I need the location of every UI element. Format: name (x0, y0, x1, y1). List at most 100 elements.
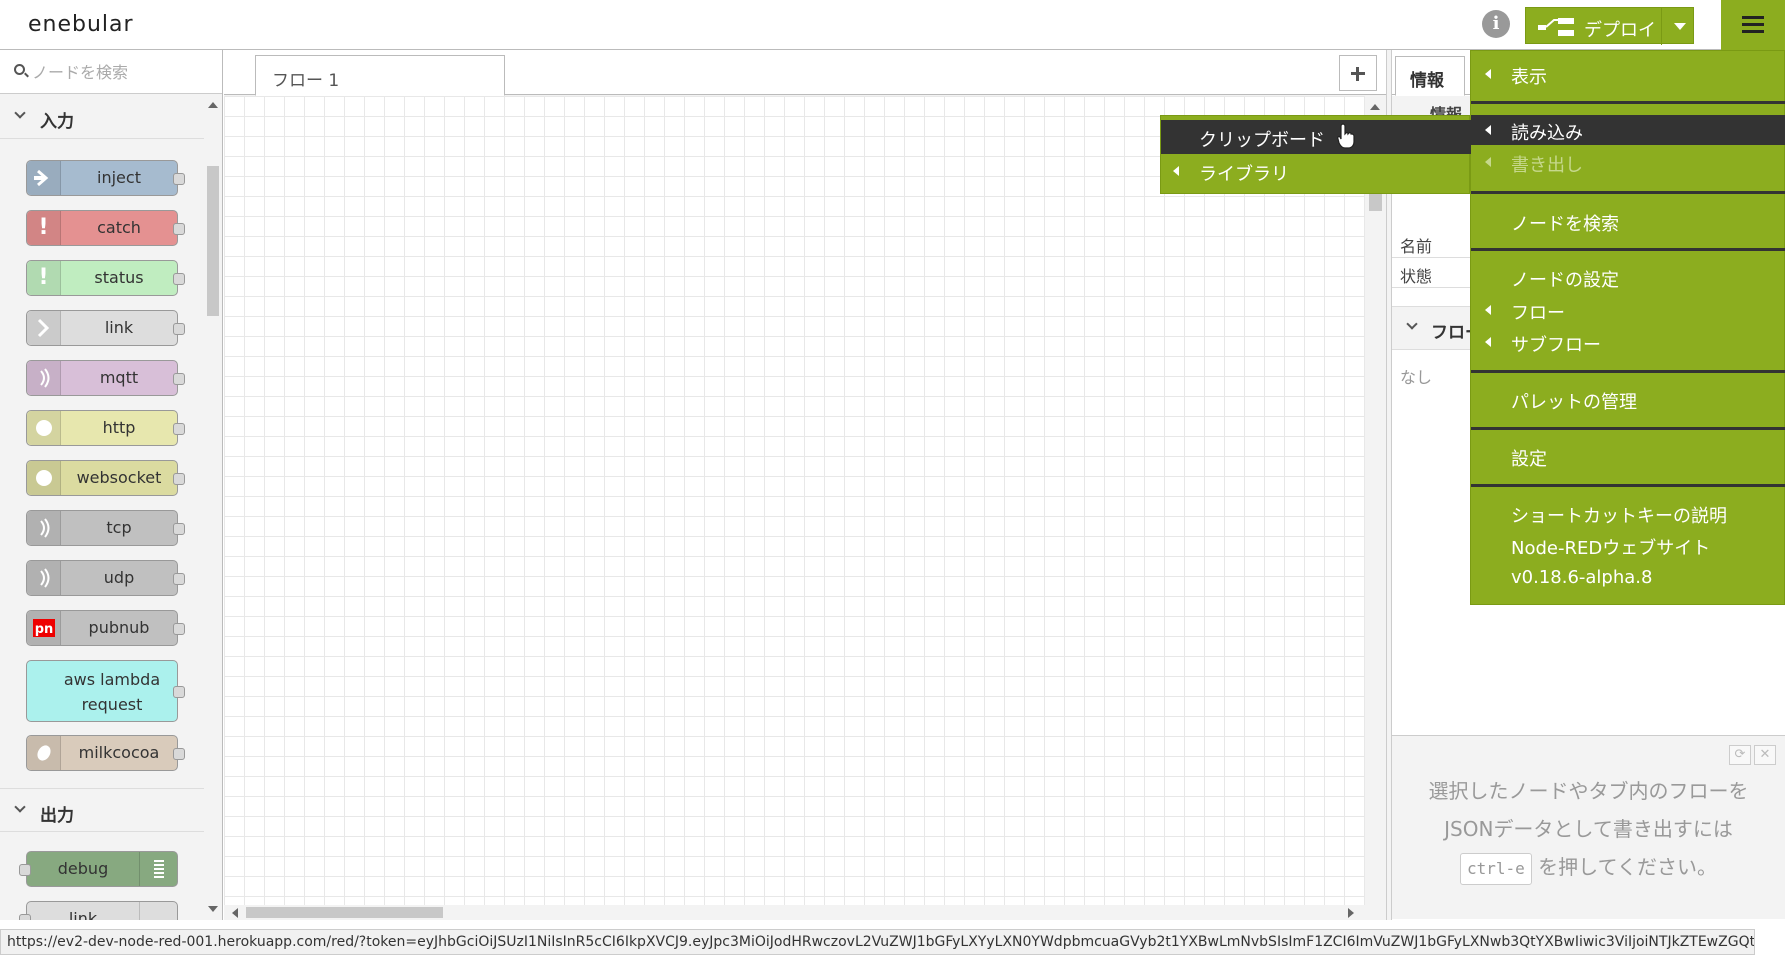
output-port[interactable] (173, 623, 185, 635)
menu-item-node-red-website[interactable]: Node-REDウェブサイト (1471, 530, 1785, 560)
submenu-caret-icon (1485, 305, 1491, 315)
submenu-caret-icon (1485, 125, 1491, 135)
menu-item-flows[interactable]: フロー (1471, 295, 1785, 325)
palette-node-status[interactable]: ! status (26, 260, 185, 296)
palette-search-input[interactable] (32, 58, 212, 86)
palette-node-debug[interactable]: debug (19, 851, 178, 887)
globe-icon (27, 411, 61, 445)
globe-icon (27, 461, 61, 495)
tips-panel: ⟳ ✕ 選択したノードやタブ内のフローを JSONデータとして書き出すには ct… (1392, 735, 1785, 919)
main-menu: 表示 読み込み 書き出し ノードを検索 ノードの設定 フロー サブフロー パレッ… (1470, 50, 1785, 605)
palette-node-http[interactable]: http (26, 410, 185, 446)
output-port[interactable] (173, 523, 185, 535)
milkcocoa-icon (27, 736, 61, 770)
submenu-caret-icon (1485, 157, 1491, 167)
scroll-right-icon[interactable] (1348, 908, 1354, 918)
palette-node-udp[interactable]: udp (26, 560, 185, 596)
palette-node-pubnub[interactable]: pn pubnub (26, 610, 185, 646)
chevron-down-icon (14, 801, 26, 813)
menu-item-subflows[interactable]: サブフロー (1471, 327, 1785, 357)
palette-node-milkcocoa[interactable]: milkcocoa (26, 735, 185, 771)
palette-node-link-in[interactable]: link (26, 310, 185, 346)
category-header-output[interactable]: 出力 (0, 788, 205, 832)
scroll-down-icon[interactable] (208, 906, 218, 912)
output-port[interactable] (173, 473, 185, 485)
menu-item-view[interactable]: 表示 (1471, 59, 1785, 89)
palette-search (0, 50, 222, 94)
menu-item-search-nodes[interactable]: ノードを検索 (1471, 206, 1785, 236)
output-port[interactable] (173, 223, 185, 235)
chevron-down-icon (14, 107, 26, 119)
category-header-input[interactable]: 入力 (0, 95, 205, 139)
scrollbar-thumb[interactable] (1369, 191, 1382, 211)
palette-node-websocket[interactable]: websocket (26, 460, 185, 496)
debug-list-icon (139, 852, 177, 886)
output-port[interactable] (173, 423, 185, 435)
main-menu-button[interactable] (1721, 0, 1785, 50)
refresh-icon[interactable]: ⟳ (1729, 745, 1751, 765)
output-port[interactable] (173, 686, 185, 698)
svg-text:pn: pn (35, 622, 54, 637)
palette-node-mqtt[interactable]: mqtt (26, 360, 185, 396)
menu-item-keyboard-shortcuts[interactable]: ショートカットキーの説明 (1471, 498, 1785, 528)
add-flow-button[interactable] (1339, 55, 1377, 91)
deploy-icon (1538, 18, 1574, 36)
palette-node-link-out[interactable]: link (19, 901, 178, 920)
menu-item-manage-palette[interactable]: パレットの管理 (1471, 384, 1785, 414)
workspace-horizontal-scrollbar[interactable] (224, 905, 1365, 920)
output-port[interactable] (173, 748, 185, 760)
scroll-up-icon[interactable] (1370, 104, 1380, 110)
menu-item-settings[interactable]: 設定 (1471, 441, 1785, 471)
link-icon (139, 902, 177, 920)
menu-item-library[interactable]: ライブラリ (1161, 154, 1471, 188)
bridge-icon (27, 511, 61, 545)
workspace-vertical-scrollbar[interactable] (1365, 96, 1386, 942)
menu-item-config-nodes[interactable]: ノードの設定 (1471, 262, 1785, 292)
menu-item-version[interactable]: v0.18.6-alpha.8 (1471, 563, 1785, 593)
menu-item-clipboard[interactable]: クリップボード (1161, 120, 1471, 154)
link-icon (27, 311, 61, 345)
scroll-up-icon[interactable] (208, 102, 218, 108)
tab-flow-1[interactable]: フロー 1 (255, 55, 505, 96)
browser-status-bar: https://ev2-dev-node-red-001.herokuapp.c… (0, 929, 1755, 955)
output-port[interactable] (173, 273, 185, 285)
alert-icon: ! (27, 261, 61, 295)
tip-text: 選択したノードやタブ内のフローを JSONデータとして書き出すには ctrl-e… (1412, 772, 1765, 886)
scroll-left-icon[interactable] (232, 908, 238, 918)
import-submenu: クリップボード ライブラリ (1160, 115, 1471, 194)
bridge-icon (27, 561, 61, 595)
palette-node-aws-lambda-request[interactable]: aws lambda request (26, 660, 185, 722)
output-port[interactable] (173, 173, 185, 185)
search-icon (14, 64, 25, 75)
output-port[interactable] (173, 373, 185, 385)
deploy-button[interactable]: デプロイ (1525, 7, 1694, 45)
palette-node-tcp[interactable]: tcp (26, 510, 185, 546)
node-palette: 入力 inject ! catch ! status link mqtt htt… (0, 50, 223, 920)
arrow-in-icon (27, 161, 61, 195)
info-icon[interactable]: i (1482, 10, 1510, 38)
alert-icon: ! (27, 211, 61, 245)
tab-info[interactable]: 情報 (1395, 56, 1465, 96)
shortcut-key: ctrl-e (1460, 853, 1532, 885)
close-icon[interactable]: ✕ (1754, 745, 1776, 765)
output-port[interactable] (173, 323, 185, 335)
pubnub-icon: pn (27, 611, 61, 645)
input-port[interactable] (19, 914, 31, 920)
palette-scrollbar[interactable] (204, 94, 222, 920)
chevron-down-icon (1406, 318, 1418, 330)
deploy-dropdown-caret-icon[interactable] (1674, 23, 1686, 30)
palette-node-catch[interactable]: ! catch (26, 210, 185, 246)
bridge-icon (27, 361, 61, 395)
output-port[interactable] (173, 573, 185, 585)
header: enebular i デプロイ (0, 0, 1785, 50)
app-logo: enebular (28, 12, 134, 37)
palette-node-inject[interactable]: inject (26, 160, 185, 196)
scrollbar-thumb[interactable] (246, 907, 443, 918)
menu-item-export[interactable]: 書き出し (1471, 147, 1785, 177)
menu-item-import[interactable]: 読み込み (1471, 115, 1785, 145)
input-port[interactable] (19, 864, 31, 876)
hand-pointer-icon (1337, 123, 1355, 149)
scrollbar-thumb[interactable] (207, 166, 219, 316)
submenu-caret-icon (1485, 337, 1491, 347)
flow-canvas[interactable] (224, 96, 1365, 905)
